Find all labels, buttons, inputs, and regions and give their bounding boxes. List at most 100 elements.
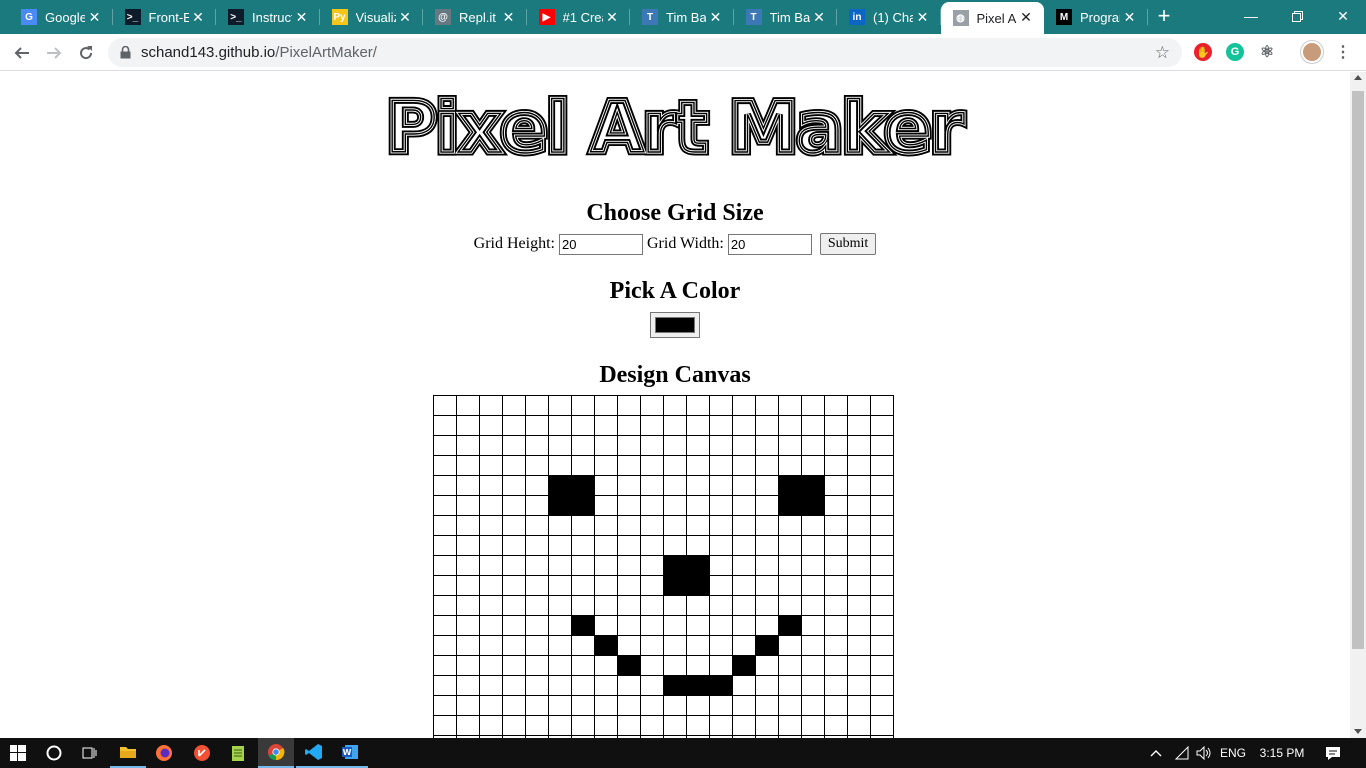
grid-height-input[interactable] [559, 233, 643, 255]
network-icon[interactable] [1172, 738, 1192, 768]
canvas-cell[interactable] [709, 715, 733, 736]
canvas-cell[interactable] [548, 635, 572, 656]
back-button[interactable] [8, 39, 36, 67]
canvas-cell[interactable] [502, 395, 526, 416]
show-hidden-icons-chevron-icon[interactable] [1148, 738, 1164, 768]
canvas-cell[interactable] [755, 535, 779, 556]
canvas-cell[interactable] [502, 435, 526, 456]
canvas-cell[interactable] [456, 615, 480, 636]
canvas-cell[interactable] [686, 475, 710, 496]
canvas-cell[interactable] [755, 395, 779, 416]
canvas-cell[interactable] [479, 655, 503, 676]
canvas-cell[interactable] [479, 675, 503, 696]
canvas-cell[interactable] [479, 515, 503, 536]
scroll-down-arrow-icon[interactable] [1354, 729, 1362, 734]
canvas-cell[interactable] [617, 415, 641, 436]
canvas-cell[interactable] [479, 695, 503, 716]
canvas-cell[interactable] [594, 495, 618, 516]
canvas-cell[interactable] [755, 415, 779, 436]
action-center-icon[interactable] [1322, 738, 1344, 768]
grid-width-input[interactable] [727, 233, 812, 255]
canvas-cell[interactable] [456, 715, 480, 736]
canvas-cell[interactable] [801, 435, 825, 456]
canvas-cell[interactable] [663, 655, 687, 676]
address-bar[interactable]: schand143.github.io/PixelArtMaker/ ☆ [108, 38, 1182, 67]
canvas-cell[interactable] [456, 555, 480, 576]
canvas-cell[interactable] [640, 655, 664, 676]
canvas-cell[interactable] [778, 435, 802, 456]
firefox-icon[interactable] [146, 738, 182, 768]
canvas-cell[interactable] [456, 635, 480, 656]
canvas-cell[interactable] [525, 695, 549, 716]
canvas-cell[interactable] [732, 575, 756, 596]
canvas-cell[interactable] [502, 515, 526, 536]
tab-close-icon[interactable]: ✕ [604, 9, 620, 25]
canvas-cell[interactable] [732, 715, 756, 736]
canvas-cell[interactable] [433, 695, 457, 716]
canvas-cell[interactable] [870, 575, 894, 596]
canvas-cell[interactable] [801, 515, 825, 536]
canvas-cell[interactable] [640, 495, 664, 516]
canvas-cell[interactable] [479, 415, 503, 436]
canvas-cell[interactable] [824, 595, 848, 616]
canvas-cell[interactable] [870, 655, 894, 676]
canvas-cell[interactable] [433, 495, 457, 516]
canvas-cell[interactable] [824, 635, 848, 656]
canvas-cell[interactable] [709, 415, 733, 436]
canvas-cell[interactable] [640, 615, 664, 636]
canvas-cell[interactable] [548, 615, 572, 636]
canvas-cell[interactable] [870, 715, 894, 736]
canvas-cell[interactable] [870, 555, 894, 576]
canvas-cell[interactable] [847, 535, 871, 556]
canvas-cell[interactable] [709, 535, 733, 556]
canvas-cell[interactable] [456, 695, 480, 716]
canvas-cell[interactable] [502, 495, 526, 516]
tab-3[interactable]: Py Visualize✕ [320, 0, 423, 34]
canvas-cell[interactable] [594, 675, 618, 696]
tab-close-icon[interactable]: ✕ [501, 9, 517, 25]
canvas-cell[interactable] [479, 495, 503, 516]
canvas-cell[interactable] [525, 555, 549, 576]
canvas-cell[interactable] [801, 455, 825, 476]
canvas-cell[interactable] [755, 695, 779, 716]
canvas-cell[interactable] [663, 635, 687, 656]
canvas-cell[interactable] [525, 575, 549, 596]
canvas-cell[interactable] [617, 615, 641, 636]
canvas-cell[interactable] [732, 475, 756, 496]
canvas-cell[interactable] [525, 395, 549, 416]
canvas-cell[interactable] [617, 695, 641, 716]
tab-9[interactable]: ◍ Pixel Art Maker✕ [940, 2, 1044, 34]
canvas-cell[interactable] [617, 455, 641, 476]
canvas-cell[interactable] [525, 615, 549, 636]
canvas-cell[interactable] [824, 615, 848, 636]
canvas-cell[interactable] [640, 455, 664, 476]
close-window-button[interactable]: ✕ [1320, 0, 1366, 32]
notepad-icon[interactable] [220, 738, 256, 768]
canvas-cell[interactable] [686, 435, 710, 456]
canvas-cell[interactable] [663, 695, 687, 716]
canvas-cell[interactable] [847, 695, 871, 716]
canvas-cell[interactable] [824, 515, 848, 536]
canvas-cell[interactable] [502, 715, 526, 736]
canvas-cell[interactable] [801, 495, 825, 516]
canvas-cell[interactable] [640, 395, 664, 416]
canvas-cell[interactable] [479, 715, 503, 736]
canvas-cell[interactable] [571, 595, 595, 616]
canvas-cell[interactable] [548, 535, 572, 556]
tab-5[interactable]: ▶ #1 Creating✕ [527, 0, 630, 34]
canvas-cell[interactable] [732, 595, 756, 616]
canvas-cell[interactable] [824, 555, 848, 576]
canvas-cell[interactable] [870, 535, 894, 556]
canvas-cell[interactable] [686, 395, 710, 416]
canvas-cell[interactable] [502, 595, 526, 616]
canvas-cell[interactable] [732, 495, 756, 516]
canvas-cell[interactable] [870, 435, 894, 456]
canvas-cell[interactable] [801, 595, 825, 616]
canvas-cell[interactable] [686, 595, 710, 616]
canvas-cell[interactable] [479, 615, 503, 636]
canvas-cell[interactable] [502, 675, 526, 696]
tab-close-icon[interactable]: ✕ [397, 9, 413, 25]
canvas-cell[interactable] [433, 615, 457, 636]
canvas-cell[interactable] [732, 515, 756, 536]
tab-close-icon[interactable]: ✕ [811, 9, 827, 25]
